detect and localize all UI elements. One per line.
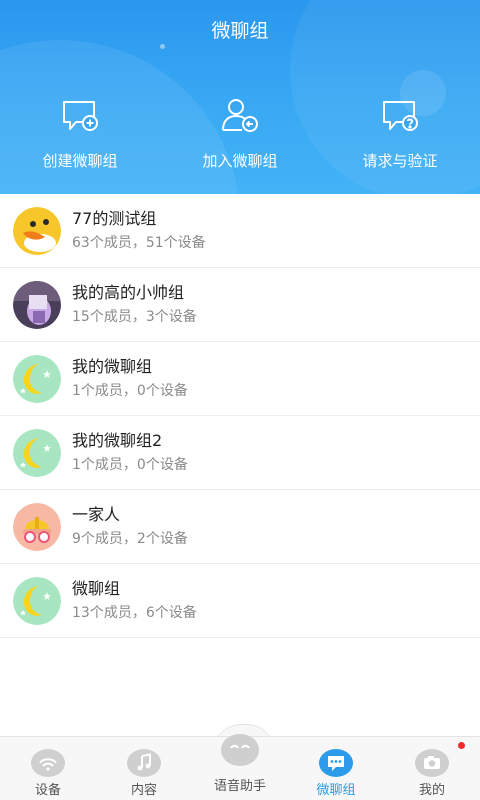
group-list: 77的测试组 63个成员，51个设备 我的高的小帅组 15个成员，3个设备 我的… (0, 194, 480, 638)
profile-icon (414, 745, 450, 777)
chat-plus-icon (60, 96, 100, 140)
device-icon (30, 745, 66, 777)
moon-avatar (13, 428, 61, 477)
duck-avatar (13, 206, 61, 255)
create-group-label: 创建微聊组 (42, 152, 118, 170)
requests-verify-label: 请求与验证 (362, 152, 438, 170)
chat-icon (318, 745, 354, 777)
group-row[interactable]: 我的微聊组 1个成员，0个设备 (0, 342, 480, 416)
nav-label: 设备 (34, 783, 61, 798)
group-name: 我的微聊组2 (72, 431, 163, 450)
group-name: 我的微聊组 (72, 357, 153, 376)
group-name: 微聊组 (72, 579, 121, 598)
nav-label: 内容 (130, 783, 157, 798)
nav-item-device[interactable]: 设备 (0, 737, 96, 800)
group-row[interactable]: 微聊组 13个成员，6个设备 (0, 564, 480, 638)
moon-avatar (13, 576, 61, 625)
moon-avatar (13, 354, 61, 403)
group-row[interactable]: 我的微聊组2 1个成员，0个设备 (0, 416, 480, 490)
page-title: 微聊组 (211, 20, 269, 42)
header-decor-dot (160, 44, 165, 49)
nav-label: 我的 (418, 783, 445, 798)
group-row[interactable]: 77的测试组 63个成员，51个设备 (0, 194, 480, 268)
nav-item-profile[interactable]: 我的 (384, 737, 480, 800)
create-group-button[interactable]: 创建微聊组 (0, 96, 160, 176)
group-stats: 1个成员，0个设备 (72, 383, 188, 399)
user-join-icon (220, 96, 260, 140)
voice-assistant-icon (220, 731, 260, 767)
nav-label: 语音助手 (213, 779, 266, 794)
join-group-label: 加入微聊组 (202, 152, 278, 170)
header-actions: 创建微聊组 加入微聊组 请求与验证 (0, 96, 480, 176)
photo-avatar (13, 280, 61, 329)
header: 微聊组 创建微聊组 加入微聊组 请求与验证 (0, 0, 480, 194)
nav-label: 微聊组 (316, 783, 356, 798)
group-row[interactable]: 我的高的小帅组 15个成员，3个设备 (0, 268, 480, 342)
nav-item-chat-group[interactable]: 微聊组 (288, 737, 384, 800)
join-group-button[interactable]: 加入微聊组 (160, 96, 320, 176)
group-stats: 9个成员，2个设备 (72, 531, 188, 547)
group-row[interactable]: 一家人 9个成员，2个设备 (0, 490, 480, 564)
group-stats: 63个成员，51个设备 (72, 235, 206, 251)
group-stats: 1个成员，0个设备 (72, 457, 188, 473)
notification-badge (458, 742, 465, 749)
group-name: 77的测试组 (72, 209, 157, 228)
music-icon (126, 745, 162, 777)
bottom-nav: 设备 内容 语音助手 微聊组 我的 (0, 734, 480, 800)
group-name: 我的高的小帅组 (72, 283, 185, 302)
nav-item-content[interactable]: 内容 (96, 737, 192, 800)
group-stats: 13个成员，6个设备 (72, 605, 197, 621)
nav-item-voice-assistant[interactable]: 语音助手 (192, 734, 288, 800)
group-name: 一家人 (72, 505, 121, 524)
chat-question-icon (380, 96, 420, 140)
car-avatar (13, 502, 61, 551)
group-stats: 15个成员，3个设备 (72, 309, 197, 325)
requests-verify-button[interactable]: 请求与验证 (320, 96, 480, 176)
